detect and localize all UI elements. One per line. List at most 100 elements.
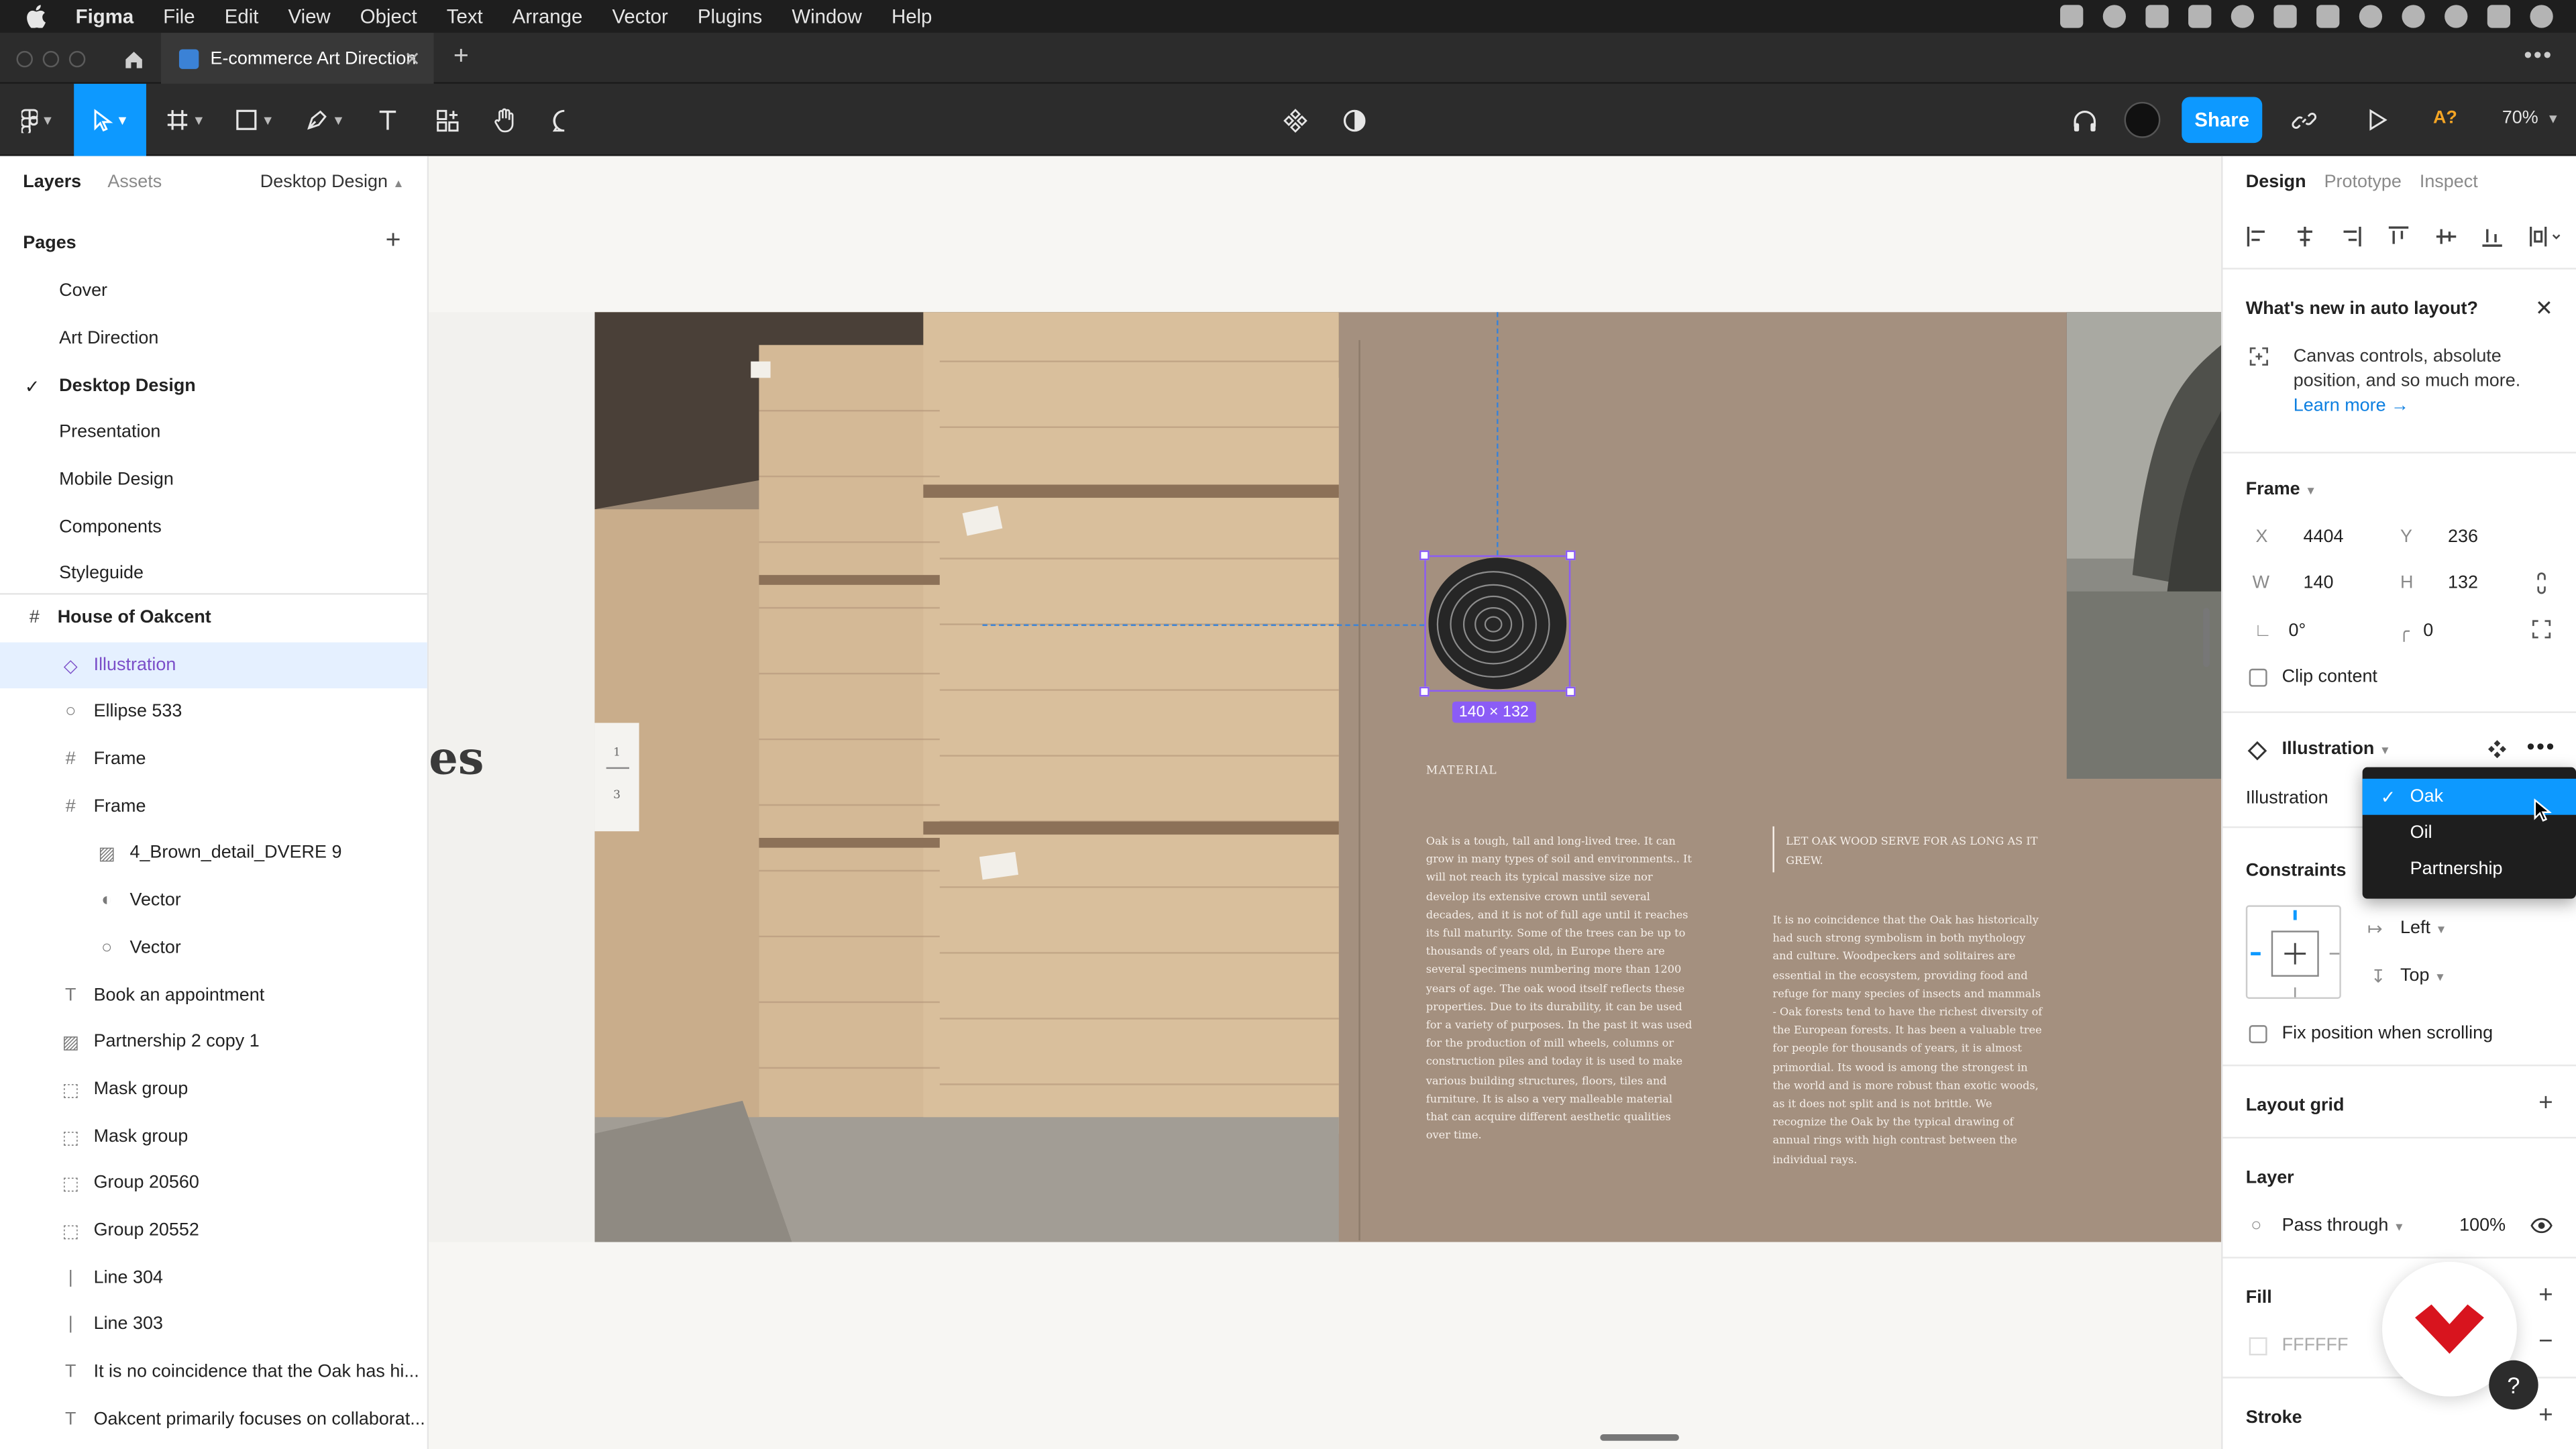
tab-prototype[interactable]: Prototype xyxy=(2324,172,2402,192)
illustration-variant-dropdown[interactable]: ✓ Oak Oil Partnership xyxy=(2362,767,2576,899)
photos-icon[interactable] xyxy=(2188,5,2212,28)
horizontal-constraint-select[interactable]: Left ▼ xyxy=(2400,918,2447,938)
menu-file[interactable]: File xyxy=(163,5,195,28)
menu-arrange[interactable]: Arrange xyxy=(513,5,583,28)
frame-tool[interactable]: ▼ xyxy=(161,97,210,143)
battery-icon[interactable] xyxy=(2316,5,2340,28)
zoom-window-button[interactable] xyxy=(68,50,86,68)
clip-content-checkbox[interactable] xyxy=(2249,668,2267,687)
page-item-presentation[interactable]: Presentation xyxy=(59,422,160,441)
layer-item[interactable]: | Line 304 xyxy=(0,1255,427,1301)
fill-hex-input[interactable]: FFFFFF xyxy=(2282,1336,2349,1355)
page-item-mobile-design[interactable]: Mobile Design xyxy=(59,470,174,489)
y-input[interactable]: 236 xyxy=(2448,527,2478,547)
align-horizontal-center-icon[interactable] xyxy=(2293,225,2316,248)
dropbox-icon[interactable] xyxy=(2060,5,2084,28)
x-input[interactable]: 4404 xyxy=(2303,527,2343,547)
width-input[interactable]: 140 xyxy=(2303,574,2333,593)
minimize-window-button[interactable] xyxy=(42,50,60,68)
align-left-icon[interactable] xyxy=(2246,225,2269,248)
page-item-styleguide[interactable]: Styleguide xyxy=(59,564,144,583)
warehouse-photo[interactable] xyxy=(594,312,1339,1242)
learn-more-link[interactable]: Learn more → xyxy=(2294,394,2557,419)
layer-item[interactable]: # Frame xyxy=(0,736,427,782)
component-tool[interactable] xyxy=(1278,97,1311,143)
menu-view[interactable]: View xyxy=(288,5,330,28)
close-window-button[interactable] xyxy=(16,50,33,68)
more-options-icon[interactable]: ••• xyxy=(2524,41,2553,67)
home-icon[interactable] xyxy=(115,41,151,77)
vertical-constraint-select[interactable]: Top ▼ xyxy=(2400,966,2446,985)
resources-tool[interactable] xyxy=(431,97,464,143)
user-icon[interactable] xyxy=(2359,5,2383,28)
text-tool[interactable] xyxy=(371,97,404,143)
creative-cloud-icon[interactable] xyxy=(2102,5,2127,28)
layer-item[interactable]: T Book an appointment xyxy=(0,973,427,1019)
shape-tool[interactable]: ▼ xyxy=(230,97,279,143)
lake-photo[interactable] xyxy=(2066,312,2222,779)
page-item-art-direction[interactable]: Art Direction xyxy=(59,329,158,348)
instance-name[interactable]: Illustration ▼ xyxy=(2282,739,2391,759)
horizontal-scrollbar[interactable] xyxy=(1600,1434,1679,1441)
constrain-proportions-icon[interactable] xyxy=(2533,572,2549,594)
layer-item[interactable]: ⬚ Mask group xyxy=(0,1066,427,1112)
distribute-icon[interactable] xyxy=(2528,225,2561,248)
align-vertical-center-icon[interactable] xyxy=(2434,225,2457,248)
accessibility-badge[interactable]: A? xyxy=(2433,109,2457,128)
pen-tool[interactable]: ▼ xyxy=(301,97,350,143)
fix-position-checkbox[interactable] xyxy=(2249,1025,2267,1044)
layer-item[interactable]: ◐ Vector xyxy=(0,877,427,924)
avatar[interactable] xyxy=(2124,101,2161,138)
play-icon[interactable] xyxy=(2231,5,2255,28)
more-options-icon[interactable]: ••• xyxy=(2527,733,2556,759)
add-stroke-icon[interactable]: + xyxy=(2538,1401,2553,1430)
layer-frame-house-of-oakcent[interactable]: # House of Oakcent xyxy=(0,595,427,641)
go-to-main-component-icon[interactable] xyxy=(2487,739,2507,759)
add-page-icon[interactable]: + xyxy=(386,227,401,256)
menu-vector[interactable]: Vector xyxy=(612,5,667,28)
audio-button[interactable] xyxy=(2068,97,2101,143)
constraints-widget[interactable] xyxy=(2245,905,2341,999)
copy-link-button[interactable] xyxy=(2287,97,2320,143)
resize-handle-tl[interactable] xyxy=(1419,550,1430,561)
resize-handle-tr[interactable] xyxy=(1565,550,1576,561)
remove-fill-icon[interactable]: − xyxy=(2538,1328,2553,1356)
layer-item[interactable]: | Line 303 xyxy=(0,1301,427,1348)
add-layout-grid-icon[interactable]: + xyxy=(2538,1089,2553,1118)
move-tool[interactable]: ▼ xyxy=(74,83,146,156)
menu-plugins[interactable]: Plugins xyxy=(698,5,762,28)
menu-text[interactable]: Text xyxy=(447,5,483,28)
tab-document[interactable]: E-commerce Art Direction ✕ xyxy=(161,32,434,84)
tab-layers[interactable]: Layers xyxy=(23,172,81,192)
contrast-tool[interactable] xyxy=(1337,97,1370,143)
new-tab-icon[interactable]: + xyxy=(453,43,469,72)
apple-icon[interactable] xyxy=(26,5,49,28)
layer-item[interactable]: # Frame xyxy=(0,784,427,830)
layer-item[interactable]: ○ Ellipse 533 xyxy=(0,688,427,735)
visibility-eye-icon[interactable] xyxy=(2530,1218,2553,1234)
menu-help[interactable]: Help xyxy=(892,5,932,28)
height-input[interactable]: 132 xyxy=(2448,574,2478,593)
close-tab-icon[interactable]: ✕ xyxy=(404,47,421,70)
layer-item[interactable]: ⬚ Mask group xyxy=(0,1114,427,1160)
menu-edit[interactable]: Edit xyxy=(225,5,259,28)
dropdown-option-partnership[interactable]: Partnership xyxy=(2363,851,2576,888)
menu-object[interactable]: Object xyxy=(360,5,417,28)
vertical-scrollbar[interactable] xyxy=(2203,608,2210,667)
tab-assets[interactable]: Assets xyxy=(107,172,162,192)
display-icon[interactable] xyxy=(2145,5,2169,28)
layer-item[interactable]: ⬚ Group 20552 xyxy=(0,1208,427,1254)
align-right-icon[interactable] xyxy=(2340,225,2363,248)
spotlight-search-icon[interactable] xyxy=(2445,5,2468,28)
hand-tool[interactable] xyxy=(488,97,521,143)
layer-item[interactable]: ▨ Partnership 2 copy 1 xyxy=(0,1018,427,1065)
layer-item[interactable]: ▨ 4_Brown_detail_DVERE 9 xyxy=(0,830,427,876)
page-selector[interactable]: Desktop Design ▲ xyxy=(260,172,405,192)
share-button[interactable]: Share xyxy=(2182,97,2263,144)
resize-handle-br[interactable] xyxy=(1565,686,1576,697)
resize-handle-bl[interactable] xyxy=(1419,686,1430,697)
layer-item[interactable]: ⬚ Group 20560 xyxy=(0,1160,427,1206)
layer-item[interactable]: ◇ Illustration xyxy=(0,642,427,689)
corner-radius-input[interactable]: 0 xyxy=(2423,621,2433,641)
align-top-icon[interactable] xyxy=(2387,225,2410,248)
